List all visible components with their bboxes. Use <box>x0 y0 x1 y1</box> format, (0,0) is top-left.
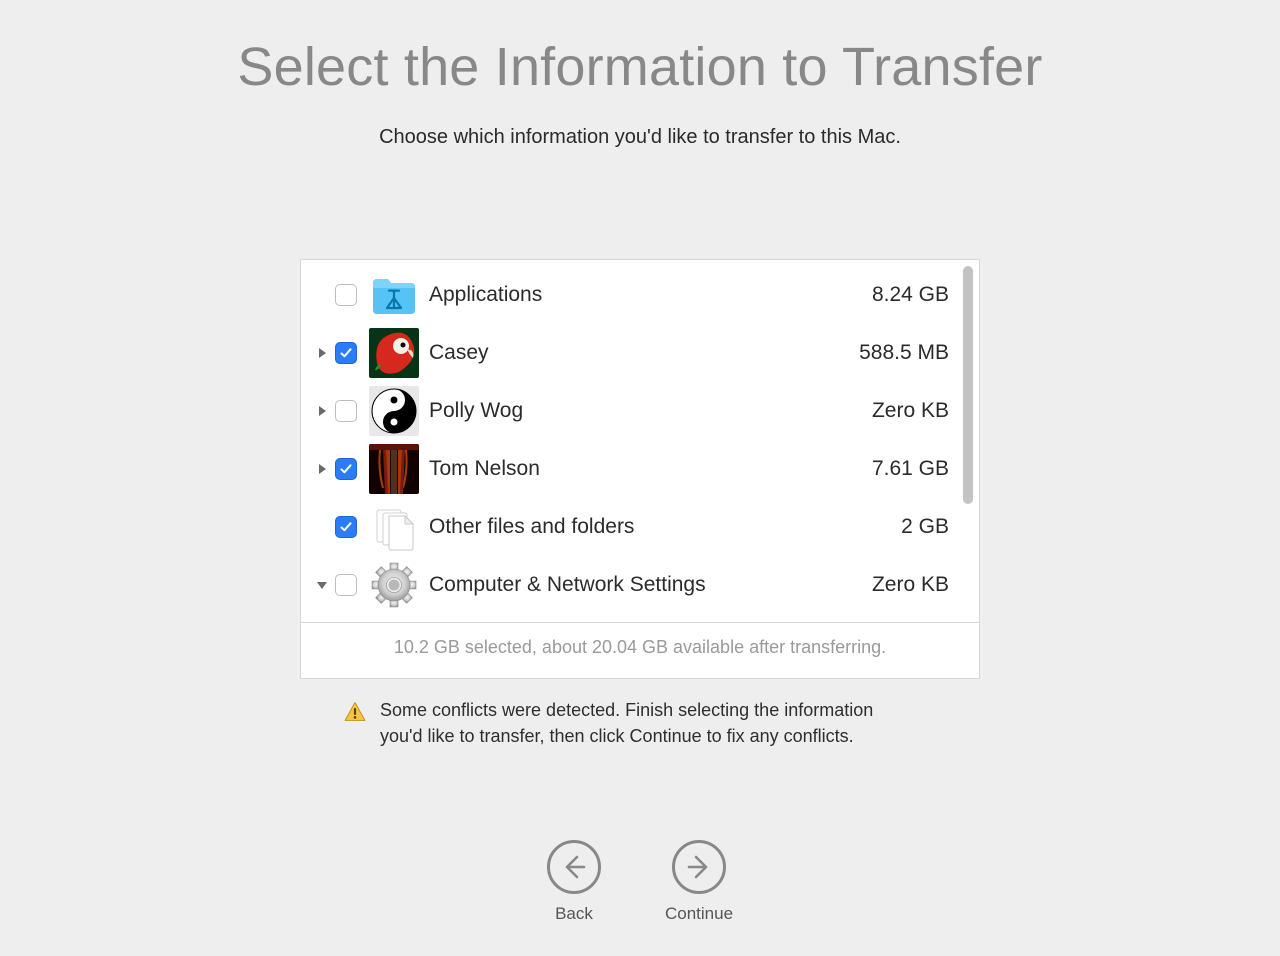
checkbox[interactable] <box>335 400 357 422</box>
disclosure-toggle-icon[interactable] <box>313 406 331 416</box>
continue-button[interactable]: Continue <box>665 840 733 924</box>
checkbox[interactable] <box>335 458 357 480</box>
checkbox[interactable] <box>335 284 357 306</box>
user-avatar-icon <box>369 328 419 378</box>
item-label: Applications <box>429 283 872 307</box>
arrow-left-icon <box>547 840 601 894</box>
checkbox[interactable] <box>335 516 357 538</box>
selection-summary: 10.2 GB selected, about 20.04 GB availab… <box>301 622 979 678</box>
item-label: Tom Nelson <box>429 457 872 481</box>
folder-applications-icon <box>369 270 419 320</box>
back-label: Back <box>555 904 593 924</box>
conflict-notice: Some conflicts were detected. Finish sel… <box>300 697 980 749</box>
page-subtitle: Choose which information you'd like to t… <box>0 126 1280 149</box>
item-size: 588.5 MB <box>859 341 979 365</box>
list-item[interactable]: Tom Nelson 7.61 GB <box>301 440 979 498</box>
item-label: Polly Wog <box>429 399 872 423</box>
gear-icon <box>369 560 419 610</box>
item-label: Computer & Network Settings <box>429 573 872 597</box>
continue-label: Continue <box>665 904 733 924</box>
disclosure-toggle-icon[interactable] <box>313 464 331 474</box>
transfer-list: Applications 8.24 GB Casey <box>301 260 979 622</box>
list-item[interactable]: Applications 8.24 GB <box>301 266 979 324</box>
list-item[interactable]: Other files and folders 2 GB <box>301 498 979 556</box>
conflict-text: Some conflicts were detected. Finish sel… <box>380 697 910 749</box>
disclosure-toggle-icon[interactable] <box>313 580 331 590</box>
user-avatar-icon <box>369 444 419 494</box>
item-label: Casey <box>429 341 859 365</box>
checkbox[interactable] <box>335 342 357 364</box>
warning-icon <box>344 701 366 723</box>
checkbox[interactable] <box>335 574 357 596</box>
user-avatar-icon <box>369 386 419 436</box>
scrollbar[interactable] <box>963 266 973 504</box>
footer-nav: Back Continue <box>0 840 1280 924</box>
documents-icon <box>369 502 419 552</box>
back-button[interactable]: Back <box>547 840 601 924</box>
page-title: Select the Information to Transfer <box>0 0 1280 98</box>
disclosure-toggle-icon[interactable] <box>313 348 331 358</box>
item-label: Other files and folders <box>429 515 901 539</box>
list-item[interactable]: Polly Wog Zero KB <box>301 382 979 440</box>
list-item[interactable]: Casey 588.5 MB <box>301 324 979 382</box>
item-size: 2 GB <box>901 515 979 539</box>
transfer-list-panel: Applications 8.24 GB Casey <box>300 259 980 679</box>
item-size: Zero KB <box>872 573 979 597</box>
arrow-right-icon <box>672 840 726 894</box>
list-item[interactable]: Computer & Network Settings Zero KB <box>301 556 979 614</box>
